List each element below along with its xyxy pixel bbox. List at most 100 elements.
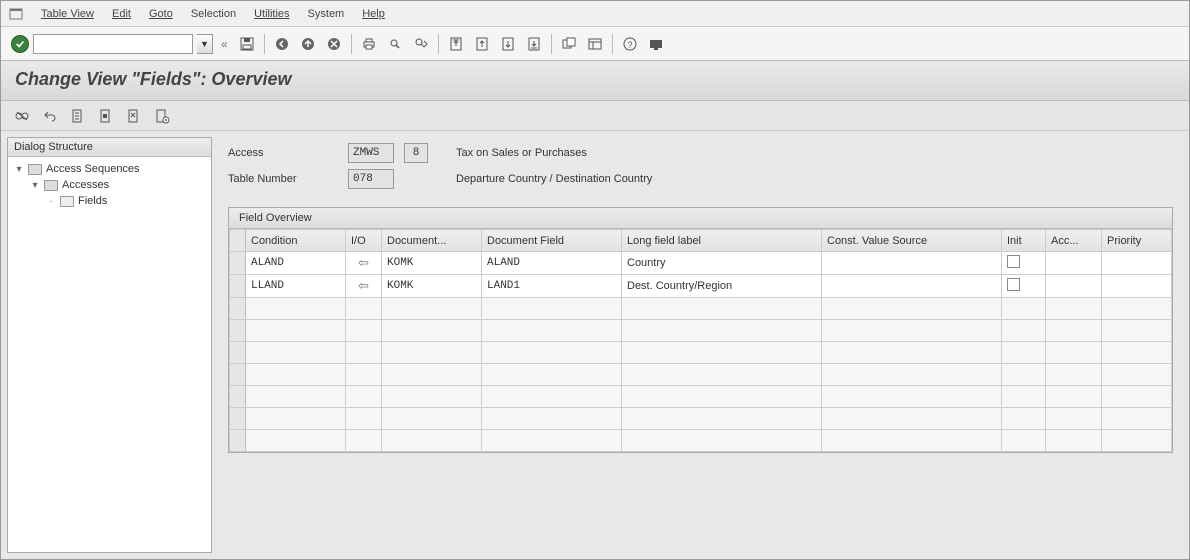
empty-cell[interactable] [346,430,382,452]
empty-cell[interactable] [346,320,382,342]
empty-cell[interactable] [382,320,482,342]
empty-cell[interactable] [382,430,482,452]
menu-selection[interactable]: Selection [191,8,236,20]
empty-cell[interactable] [246,298,346,320]
empty-cell[interactable] [246,408,346,430]
table-settings-icon[interactable] [151,105,173,127]
cell-doc-struct[interactable]: KOMK [382,275,482,298]
cell-doc-field[interactable]: LAND1 [482,275,622,298]
expand-icon[interactable]: ▾ [30,180,40,191]
empty-cell[interactable] [1102,386,1172,408]
empty-cell[interactable] [346,386,382,408]
empty-cell[interactable] [1046,298,1102,320]
empty-cell[interactable] [346,408,382,430]
empty-cell[interactable] [482,430,622,452]
command-field[interactable] [33,34,193,54]
col-condition[interactable]: Condition [246,230,346,252]
empty-cell[interactable] [1002,430,1046,452]
empty-cell[interactable] [382,408,482,430]
empty-cell[interactable] [1046,430,1102,452]
col-const-value[interactable]: Const. Value Source [822,230,1002,252]
row-selector[interactable] [230,275,246,298]
expand-icon[interactable]: ▾ [14,164,24,175]
menu-system[interactable]: System [308,8,345,20]
empty-cell[interactable] [1002,342,1046,364]
last-page-icon[interactable] [523,33,545,55]
cell-const-value[interactable] [822,275,1002,298]
table-row[interactable]: ALAND⇦KOMKALANDCountry [230,252,1172,275]
empty-cell[interactable] [622,408,822,430]
empty-cell[interactable] [346,342,382,364]
save-icon[interactable] [236,33,258,55]
deselect-icon[interactable] [123,105,145,127]
prev-page-icon[interactable] [471,33,493,55]
row-selector[interactable] [230,364,246,386]
row-selector[interactable] [230,386,246,408]
menu-goto[interactable]: Goto [149,8,173,20]
row-selector[interactable] [230,320,246,342]
empty-cell[interactable] [1102,342,1172,364]
cell-priority[interactable] [1102,275,1172,298]
checkbox-icon[interactable] [1007,255,1020,268]
back-icon[interactable] [271,33,293,55]
undo-icon[interactable] [39,105,61,127]
empty-cell[interactable] [482,298,622,320]
table-row-empty[interactable] [230,298,1172,320]
find-next-icon[interactable] [410,33,432,55]
command-dropdown[interactable]: ▼ [197,34,213,54]
window-menu-icon[interactable] [9,7,23,21]
empty-cell[interactable] [1046,408,1102,430]
menu-help[interactable]: Help [362,8,385,20]
tree-node-accesses[interactable]: ▾ Accesses [12,177,207,193]
menu-utilities[interactable]: Utilities [254,8,289,20]
table-row[interactable]: LLAND⇦KOMKLAND1Dest. Country/Region [230,275,1172,298]
row-selector[interactable] [230,342,246,364]
empty-cell[interactable] [382,386,482,408]
empty-cell[interactable] [822,386,1002,408]
cell-const-value[interactable] [822,252,1002,275]
cell-init[interactable] [1002,275,1046,298]
empty-cell[interactable] [246,430,346,452]
table-row-empty[interactable] [230,342,1172,364]
empty-cell[interactable] [1046,320,1102,342]
empty-cell[interactable] [246,320,346,342]
cancel-icon[interactable] [323,33,345,55]
col-acc[interactable]: Acc... [1046,230,1102,252]
empty-cell[interactable] [1046,342,1102,364]
table-row-empty[interactable] [230,408,1172,430]
empty-cell[interactable] [822,342,1002,364]
cell-init[interactable] [1002,252,1046,275]
row-selector[interactable] [230,298,246,320]
empty-cell[interactable] [622,386,822,408]
empty-cell[interactable] [1102,408,1172,430]
next-page-icon[interactable] [497,33,519,55]
checkbox-icon[interactable] [1007,278,1020,291]
tree-node-access-sequences[interactable]: ▾ Access Sequences [12,161,207,177]
row-selector[interactable] [230,430,246,452]
empty-cell[interactable] [246,342,346,364]
new-session-icon[interactable] [558,33,580,55]
empty-cell[interactable] [822,298,1002,320]
empty-cell[interactable] [822,320,1002,342]
empty-cell[interactable] [382,298,482,320]
empty-cell[interactable] [1102,430,1172,452]
empty-cell[interactable] [1102,298,1172,320]
empty-cell[interactable] [382,364,482,386]
find-icon[interactable] [384,33,406,55]
cell-priority[interactable] [1102,252,1172,275]
cell-doc-field[interactable]: ALAND [482,252,622,275]
empty-cell[interactable] [246,386,346,408]
first-page-icon[interactable] [445,33,467,55]
cell-condition[interactable]: LLAND [246,275,346,298]
empty-cell[interactable] [346,364,382,386]
cell-condition[interactable]: ALAND [246,252,346,275]
empty-cell[interactable] [246,364,346,386]
empty-cell[interactable] [1102,364,1172,386]
table-row-empty[interactable] [230,430,1172,452]
empty-cell[interactable] [1002,320,1046,342]
empty-cell[interactable] [482,386,622,408]
empty-cell[interactable] [822,408,1002,430]
col-long-label[interactable]: Long field label [622,230,822,252]
table-row-empty[interactable] [230,364,1172,386]
empty-cell[interactable] [1002,298,1046,320]
